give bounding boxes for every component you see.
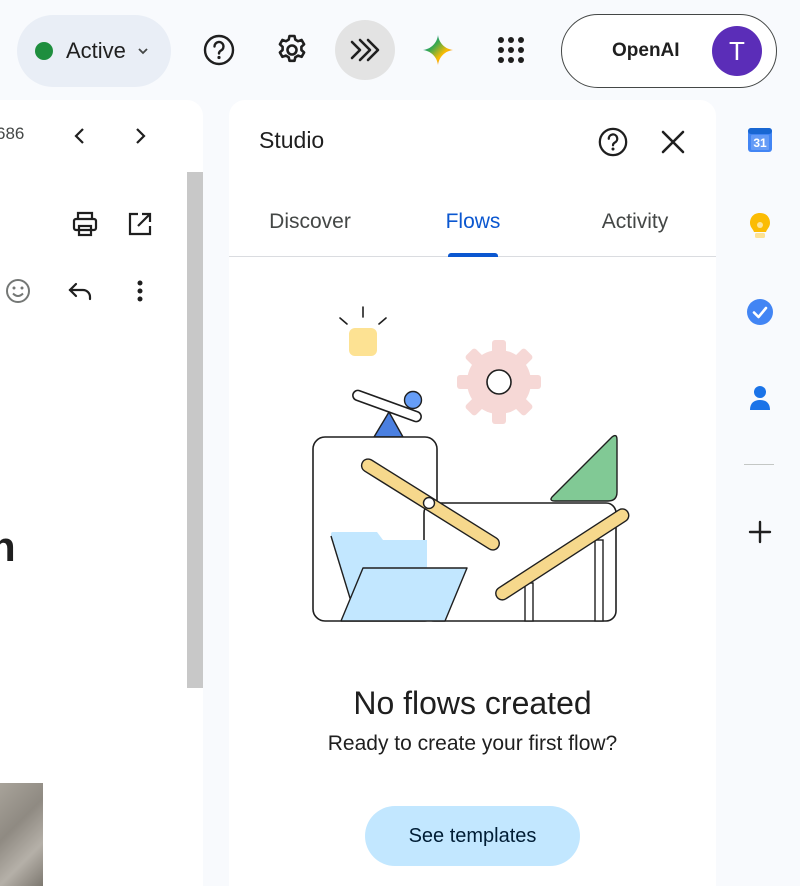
account-org-name: OpenAI [612, 40, 680, 61]
open-in-new-icon[interactable] [120, 204, 160, 244]
empty-state-subtitle: Ready to create your first flow? [327, 732, 618, 755]
chevron-left-icon[interactable] [60, 116, 100, 156]
avatar[interactable]: T [712, 26, 762, 76]
contacts-icon[interactable] [738, 376, 782, 420]
empty-state-title: No flows created [353, 685, 592, 721]
emoji-icon[interactable] [0, 271, 38, 311]
account-switcher[interactable]: OpenAI T [561, 14, 777, 88]
close-icon[interactable] [651, 120, 695, 164]
reply-icon[interactable] [60, 271, 100, 311]
empty-flows-illustration [312, 306, 630, 622]
gear-illustration [457, 340, 541, 424]
lightbulb-illustration [339, 306, 387, 325]
rail-divider [744, 464, 774, 465]
print-icon[interactable] [65, 204, 105, 244]
calendar-icon[interactable]: 31 [738, 118, 782, 162]
tab-flows[interactable]: Flows [421, 188, 525, 256]
chevron-down-icon [138, 48, 148, 55]
keep-icon[interactable] [738, 204, 782, 248]
apps-grid-icon[interactable] [481, 20, 541, 80]
status-label: Active [66, 38, 126, 63]
more-vert-icon[interactable] [120, 271, 160, 311]
mail-heading-fragment: n [0, 523, 16, 570]
tasks-icon[interactable] [738, 290, 782, 334]
help-icon[interactable] [189, 20, 249, 80]
add-icon[interactable] [738, 510, 782, 554]
studio-title: Studio [259, 127, 325, 153]
see-templates-button[interactable]: See templates [365, 806, 580, 866]
chevron-right-icon[interactable] [120, 116, 160, 156]
settings-icon[interactable] [262, 20, 322, 80]
status-dropdown[interactable]: Active [17, 15, 171, 87]
mail-scrollbar[interactable] [187, 172, 203, 688]
studio-tabs: Discover Flows Activity [229, 188, 716, 257]
mail-image-thumbnail[interactable] [0, 783, 43, 886]
studio-panel: Studio Discover Flows Activity No flows … [229, 100, 716, 886]
top-bar: Active OpenAI T [0, 0, 800, 100]
gemini-icon[interactable] [408, 20, 468, 80]
tab-activity[interactable]: Activity [575, 188, 695, 256]
studio-help-icon[interactable] [591, 120, 635, 164]
tab-discover[interactable]: Discover [249, 188, 371, 256]
mail-panel: 686 n [0, 100, 203, 886]
calendar-day: 31 [753, 136, 767, 150]
tab-selected-indicator [448, 253, 498, 257]
flows-icon[interactable] [335, 20, 395, 80]
status-indicator-dot [35, 42, 53, 60]
page-count: 686 [0, 124, 25, 143]
